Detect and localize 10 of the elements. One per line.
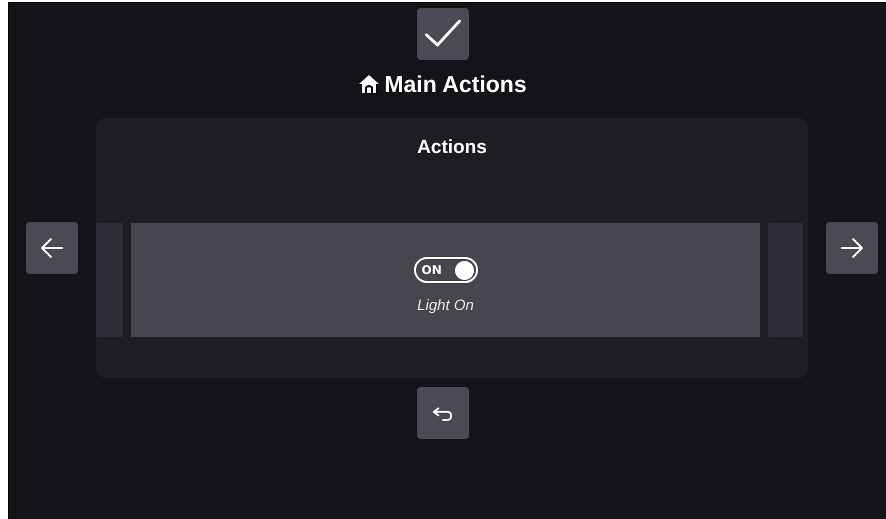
page-title: Main Actions xyxy=(384,70,527,98)
toggle-switch[interactable]: ON xyxy=(414,257,478,283)
panel-title: Actions xyxy=(417,137,487,159)
previous-button[interactable] xyxy=(26,222,78,274)
home-icon xyxy=(359,74,380,94)
action-label: Light On xyxy=(417,297,474,314)
confirm-button[interactable] xyxy=(417,8,469,60)
back-button[interactable] xyxy=(417,387,469,439)
next-button[interactable] xyxy=(826,222,878,274)
action-tile[interactable]: ON Light On xyxy=(131,223,760,337)
